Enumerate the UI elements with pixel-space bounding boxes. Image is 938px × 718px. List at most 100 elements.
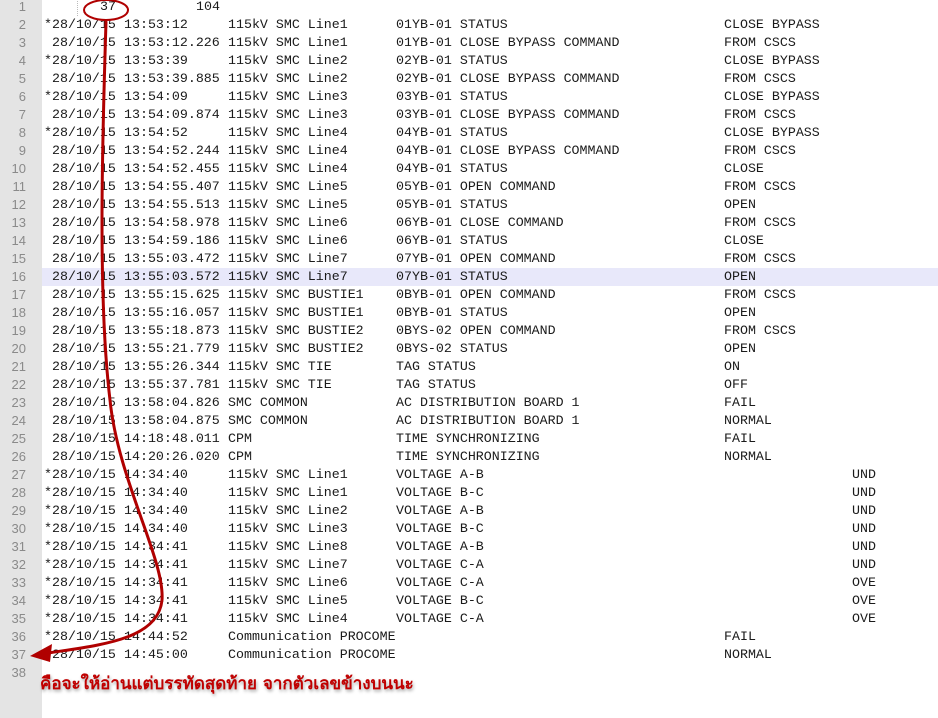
- log-row[interactable]: 12 28/10/15 13:54:55.513 115kV SMC Line5 05Y…: [0, 196, 938, 214]
- log-row[interactable]: 3 28/10/15 13:53:12.226 115kV SMC Line1 01YB…: [0, 34, 938, 52]
- log-row[interactable]: 31 * 28/10/15 14:34:41 115kV SMC Line8 VOLTAG…: [0, 538, 938, 556]
- log-time: 13:55:18.873: [124, 323, 220, 338]
- log-date: 28/10/15: [52, 575, 116, 590]
- log-row[interactable]: 5 28/10/15 13:53:39.885 115kV SMC Line2 02YB…: [0, 70, 938, 88]
- log-station: 115kV SMC Line5: [228, 593, 348, 608]
- log-row[interactable]: 37 * 28/10/15 14:45:00 Communication PROCOME…: [0, 646, 938, 664]
- log-status: FROM CSCS: [724, 251, 796, 266]
- log-time: 13:58:04.875: [124, 413, 220, 428]
- log-val: UND: [852, 467, 876, 482]
- log-status: CLOSE BYPASS: [724, 89, 820, 104]
- log-row[interactable]: 24 28/10/15 13:58:04.875 SMC COMMON AC DISTR…: [0, 412, 938, 430]
- log-time: 14:34:40: [124, 485, 188, 500]
- log-row[interactable]: 4 * 28/10/15 13:53:39 115kV SMC Line2 02YB-01…: [0, 52, 938, 70]
- log-station: 115kV SMC Line1: [228, 485, 348, 500]
- line-number: 9: [18, 143, 26, 158]
- log-row[interactable]: 15 28/10/15 13:55:03.472 115kV SMC Line7 07Y…: [0, 250, 938, 268]
- log-row[interactable]: 14 28/10/15 13:54:59.186 115kV SMC Line6 06Y…: [0, 232, 938, 250]
- log-point: AC DISTRIBUTION BOARD 1: [396, 395, 580, 410]
- line-number: 25: [11, 431, 26, 446]
- log-row[interactable]: 22 28/10/15 13:55:37.781 115kV SMC TIE TAG S…: [0, 376, 938, 394]
- log-point: 02YB-01 CLOSE BYPASS COMMAND: [396, 71, 620, 86]
- log-date: 28/10/15: [52, 125, 116, 140]
- log-row[interactable]: 32 * 28/10/15 14:34:41 115kV SMC Line7 VOLTAG…: [0, 556, 938, 574]
- log-point: TIME SYNCHRONIZING: [396, 449, 540, 464]
- log-row[interactable]: 35 * 28/10/15 14:34:41 115kV SMC Line4 VOLTAG…: [0, 610, 938, 628]
- log-station: 115kV SMC TIE: [228, 377, 332, 392]
- line-number: 18: [11, 305, 26, 320]
- log-row[interactable]: 25 28/10/15 14:18:48.011 CPM TIME SYNCHRONIZ…: [0, 430, 938, 448]
- log-row[interactable]: 11 28/10/15 13:54:55.407 115kV SMC Line5 05Y…: [0, 178, 938, 196]
- log-date: 28/10/15: [52, 377, 116, 392]
- log-time: 14:34:41: [124, 611, 188, 626]
- log-station: 115kV SMC Line6: [228, 233, 348, 248]
- log-status: FROM CSCS: [724, 143, 796, 158]
- line-number: 17: [11, 287, 26, 302]
- line-number: 24: [11, 413, 26, 428]
- line-number: 35: [11, 611, 26, 626]
- log-status: FROM CSCS: [724, 287, 796, 302]
- log-date: 28/10/15: [52, 539, 116, 554]
- log-row[interactable]: 36 * 28/10/15 14:44:52 Communication PROCOME…: [0, 628, 938, 646]
- log-date: 28/10/15: [52, 449, 116, 464]
- log-row[interactable]: 21 28/10/15 13:55:26.344 115kV SMC TIE TAG S…: [0, 358, 938, 376]
- line-number: 29: [11, 503, 26, 518]
- log-point: TIME SYNCHRONIZING: [396, 431, 540, 446]
- log-station: 115kV SMC Line3: [228, 521, 348, 536]
- log-point: 07YB-01 STATUS: [396, 269, 508, 284]
- log-row[interactable]: 20 28/10/15 13:55:21.779 115kV SMC BUSTIE2 0…: [0, 340, 938, 358]
- log-row[interactable]: 26 28/10/15 14:20:26.020 CPM TIME SYNCHRONIZ…: [0, 448, 938, 466]
- log-row[interactable]: 9 28/10/15 13:54:52.244 115kV SMC Line4 04YB…: [0, 142, 938, 160]
- log-row[interactable]: 30 * 28/10/15 14:34:40 115kV SMC Line3 VOLTAG…: [0, 520, 938, 538]
- log-time: 14:20:26.020: [124, 449, 220, 464]
- log-row[interactable]: 10 28/10/15 13:54:52.455 115kV SMC Line4 04Y…: [0, 160, 938, 178]
- log-row[interactable]: 7 28/10/15 13:54:09.874 115kV SMC Line3 03YB…: [0, 106, 938, 124]
- log-point: AC DISTRIBUTION BOARD 1: [396, 413, 580, 428]
- line-number: 21: [11, 359, 26, 374]
- log-date: 28/10/15: [52, 89, 116, 104]
- log-row[interactable]: 27 * 28/10/15 14:34:40 115kV SMC Line1 VOLTAG…: [0, 466, 938, 484]
- log-station: 115kV SMC Line5: [228, 197, 348, 212]
- log-row[interactable]: 33 * 28/10/15 14:34:41 115kV SMC Line6 VOLTAG…: [0, 574, 938, 592]
- log-row[interactable]: 23 28/10/15 13:58:04.826 SMC COMMON AC DISTR…: [0, 394, 938, 412]
- line-number: 38: [11, 665, 26, 680]
- log-row[interactable]: 19 28/10/15 13:55:18.873 115kV SMC BUSTIE2 0…: [0, 322, 938, 340]
- log-date: 28/10/15: [52, 593, 116, 608]
- log-date: 28/10/15: [52, 413, 116, 428]
- log-date: 28/10/15: [52, 395, 116, 410]
- log-time: 13:55:26.344: [124, 359, 220, 374]
- log-row[interactable]: 18 28/10/15 13:55:16.057 115kV SMC BUSTIE1 0…: [0, 304, 938, 322]
- text-editor[interactable]: 1 37 104 2 * 28/10/15 13:53:12 115kV SMC Lin…: [0, 0, 938, 718]
- log-row[interactable]: 13 28/10/15 13:54:58.978 115kV SMC Line6 06Y…: [0, 214, 938, 232]
- line-number: 37: [11, 647, 26, 662]
- log-status: NORMAL: [724, 413, 772, 428]
- log-station: 115kV SMC Line8: [228, 539, 348, 554]
- log-status: OPEN: [724, 197, 756, 212]
- line-number: 26: [11, 449, 26, 464]
- log-date: 28/10/15: [52, 17, 116, 32]
- log-row[interactable]: 6 * 28/10/15 13:54:09 115kV SMC Line3 03YB-01…: [0, 88, 938, 106]
- log-point: 04YB-01 STATUS: [396, 161, 508, 176]
- log-date: 28/10/15: [52, 71, 116, 86]
- log-time: 14:34:41: [124, 593, 188, 608]
- log-row[interactable]: 2 * 28/10/15 13:53:12 115kV SMC Line1 01YB-01…: [0, 16, 938, 34]
- log-row[interactable]: 34 * 28/10/15 14:34:41 115kV SMC Line5 VOLTAG…: [0, 592, 938, 610]
- log-point: 03YB-01 CLOSE BYPASS COMMAND: [396, 107, 620, 122]
- log-row[interactable]: 8 * 28/10/15 13:54:52 115kV SMC Line4 04YB-01…: [0, 124, 938, 142]
- editor-line-1[interactable]: 1 37 104: [0, 0, 938, 16]
- log-station: 115kV SMC Line4: [228, 125, 348, 140]
- log-row[interactable]: 29 * 28/10/15 14:34:40 115kV SMC Line2 VOLTAG…: [0, 502, 938, 520]
- log-row[interactable]: 16 28/10/15 13:55:03.572 115kV SMC Line7 07Y…: [12, 268, 938, 286]
- log-status: CLOSE BYPASS: [724, 17, 820, 32]
- log-mark: *: [44, 575, 52, 590]
- log-val: UND: [852, 557, 876, 572]
- log-status: CLOSE BYPASS: [724, 125, 820, 140]
- log-row[interactable]: 17 28/10/15 13:55:15.625 115kV SMC BUSTIE1 0…: [0, 286, 938, 304]
- log-mark: *: [44, 17, 52, 32]
- log-time: 14:34:41: [124, 539, 188, 554]
- log-point: 05YB-01 OPEN COMMAND: [396, 179, 556, 194]
- log-date: 28/10/15: [52, 233, 116, 248]
- line-number: 19: [11, 323, 26, 338]
- log-row[interactable]: 28 * 28/10/15 14:34:40 115kV SMC Line1 VOLTAG…: [0, 484, 938, 502]
- log-date: 28/10/15: [52, 431, 116, 446]
